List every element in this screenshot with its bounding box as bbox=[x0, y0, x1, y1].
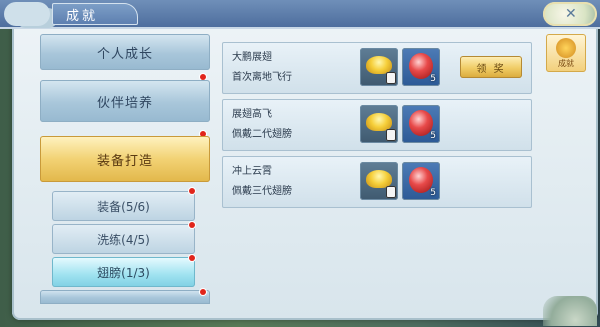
achievement-desc: 首次离地飞行 bbox=[232, 72, 292, 83]
menu-item-partial[interactable] bbox=[40, 290, 210, 304]
notification-dot bbox=[189, 222, 195, 228]
reward-count: 5 bbox=[430, 188, 436, 198]
side-tab-label: 成就 bbox=[558, 59, 574, 68]
notification-dot bbox=[189, 188, 195, 194]
menu-item-personal-growth[interactable]: 个人成长 bbox=[40, 34, 210, 70]
achievement-row: 大鹏展翅 首次离地飞行 5 领 奖 bbox=[222, 42, 532, 94]
lock-icon bbox=[386, 186, 396, 198]
achievement-desc: 佩戴三代翅膀 bbox=[232, 186, 292, 197]
menu-item-equipment-forging[interactable]: 装备打造 bbox=[40, 136, 210, 182]
close-button[interactable]: ✕ bbox=[543, 2, 597, 26]
achievement-name: 冲上云霄 bbox=[232, 166, 272, 177]
close-icon: ✕ bbox=[565, 6, 577, 22]
cloud-ornament bbox=[4, 2, 50, 26]
reward-count: 5 bbox=[430, 131, 436, 141]
menu-item-partner-training[interactable]: 伙伴培养 bbox=[40, 80, 210, 122]
submenu-item-equipment[interactable]: 装备(5/6) bbox=[52, 191, 195, 221]
reward-slot[interactable] bbox=[360, 162, 398, 200]
notification-dot bbox=[200, 289, 206, 295]
title-bar: 成就 bbox=[0, 0, 600, 29]
lock-icon bbox=[386, 72, 396, 84]
window-title: 成就 bbox=[66, 9, 99, 24]
achievement-row: 冲上云霄 佩戴三代翅膀 5 bbox=[222, 156, 532, 208]
achievement-badge-icon bbox=[556, 38, 576, 58]
submenu-item-refine[interactable]: 洗练(4/5) bbox=[52, 224, 195, 254]
achievement-desc: 佩戴二代翅膀 bbox=[232, 129, 292, 140]
menu-item-label: 装备打造 bbox=[96, 153, 153, 169]
reward-slot[interactable]: 5 bbox=[402, 48, 440, 86]
submenu-item-label: 装备(5/6) bbox=[97, 199, 150, 214]
reward-slot[interactable] bbox=[360, 48, 398, 86]
submenu-item-wings[interactable]: 翅膀(1/3) bbox=[52, 257, 195, 287]
notification-dot bbox=[189, 255, 195, 261]
claim-reward-button[interactable]: 领 奖 bbox=[460, 56, 522, 78]
reward-count: 5 bbox=[430, 74, 436, 84]
corner-ornament bbox=[543, 296, 597, 326]
side-tab-achievements[interactable]: 成就 bbox=[546, 34, 586, 72]
submenu-item-label: 翅膀(1/3) bbox=[97, 265, 150, 280]
reward-slot[interactable]: 5 bbox=[402, 162, 440, 200]
reward-slot[interactable]: 5 bbox=[402, 105, 440, 143]
achievement-name: 大鹏展翅 bbox=[232, 52, 272, 63]
achievement-row: 展翅高飞 佩戴二代翅膀 5 bbox=[222, 99, 532, 151]
game-scene: 成就 ✕ 个人成长 伙伴培养 装备打造 装备(5/6) 洗练(4/5) 翅膀(1… bbox=[0, 0, 600, 327]
reward-slot[interactable] bbox=[360, 105, 398, 143]
achievement-name: 展翅高飞 bbox=[232, 109, 272, 120]
lock-icon bbox=[386, 129, 396, 141]
submenu-item-label: 洗练(4/5) bbox=[97, 232, 150, 247]
menu-item-label: 伙伴培养 bbox=[96, 95, 153, 111]
menu-item-label: 个人成长 bbox=[96, 46, 153, 62]
